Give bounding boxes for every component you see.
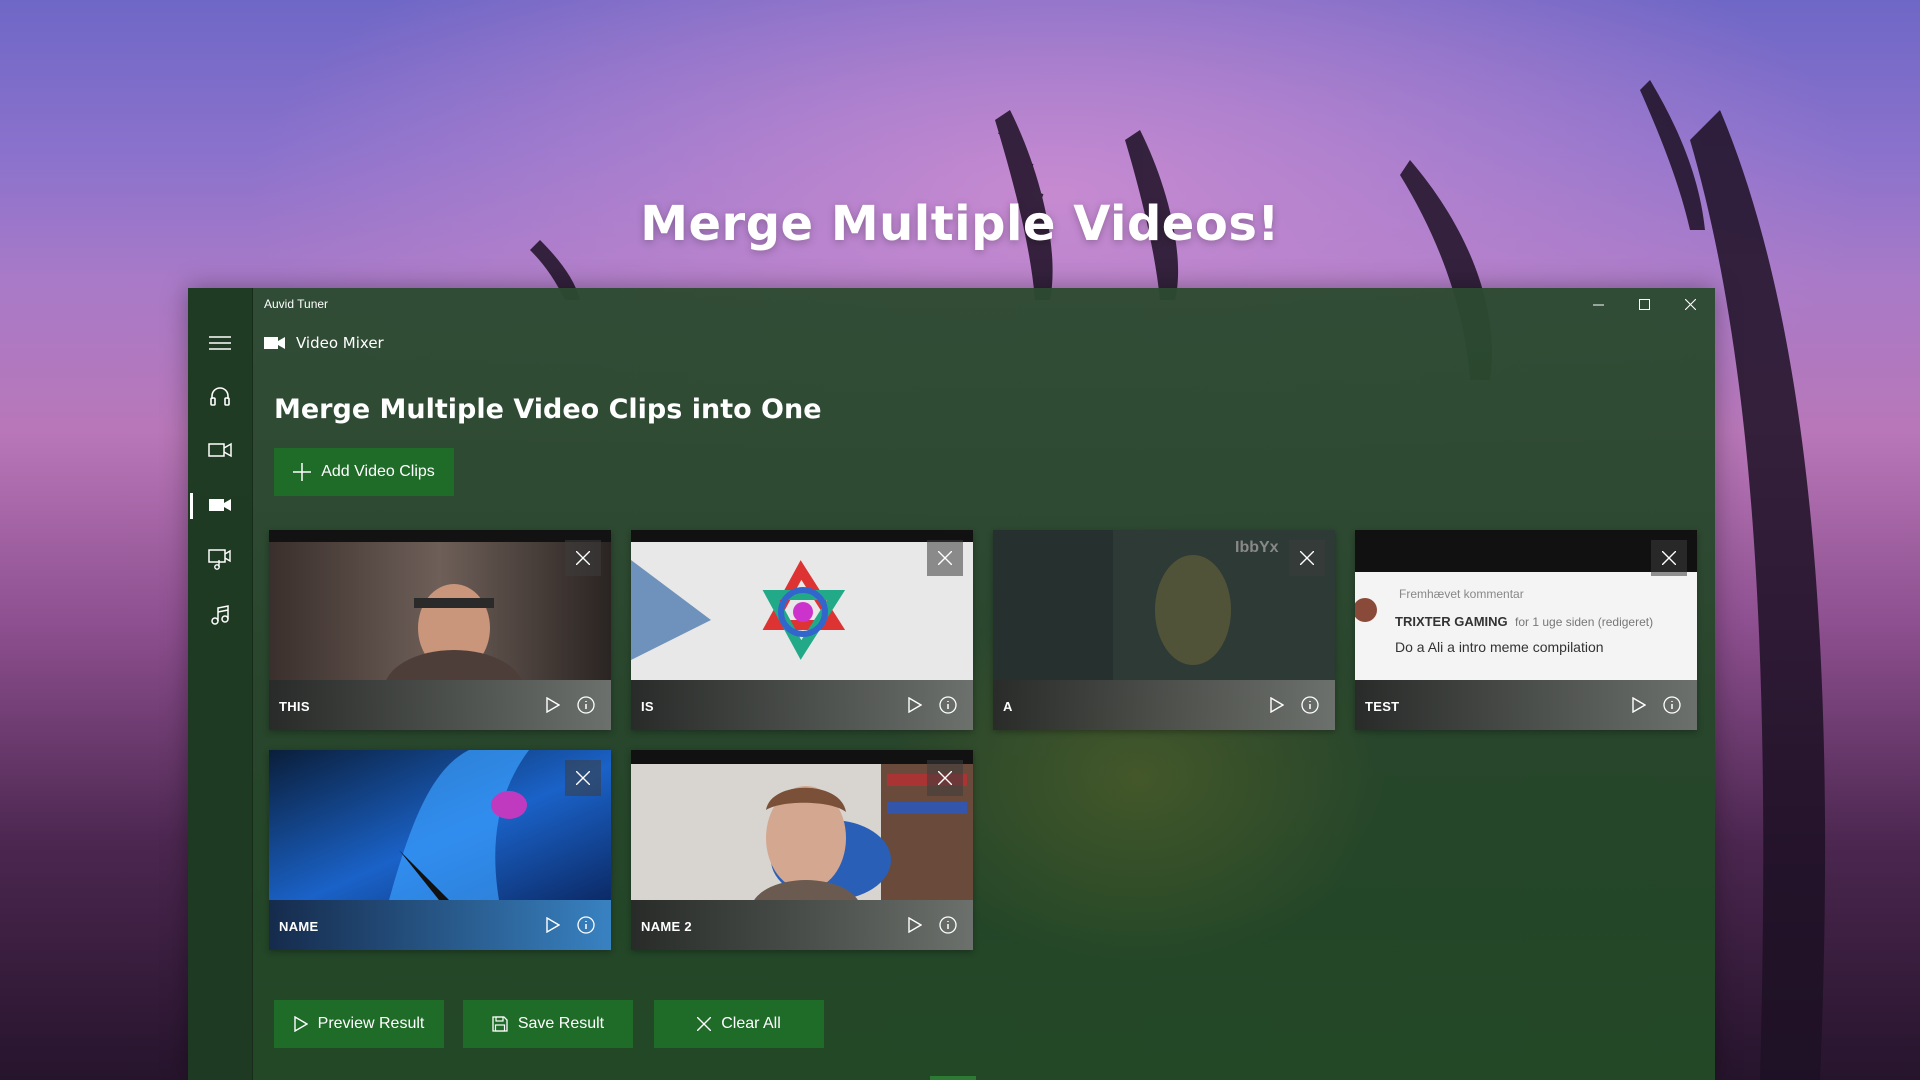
save-result-button[interactable]: Save Result xyxy=(463,1000,633,1048)
nav-item-audio-video[interactable] xyxy=(188,538,252,582)
close-icon xyxy=(938,771,952,785)
add-video-clips-button[interactable]: Add Video Clips xyxy=(274,448,454,496)
play-icon xyxy=(908,917,922,933)
video-mixer-icon xyxy=(264,337,285,349)
minimize-button[interactable] xyxy=(1575,288,1621,320)
nav-item-audio[interactable] xyxy=(188,374,252,418)
hamburger-icon xyxy=(209,336,231,350)
play-clip-button[interactable] xyxy=(543,694,563,716)
info-icon xyxy=(1301,696,1319,714)
clear-all-label: Clear All xyxy=(721,1015,781,1032)
maximize-button[interactable] xyxy=(1621,288,1667,320)
comment-text: Do a Ali a intro meme compilation xyxy=(1395,639,1604,655)
clip-card-6[interactable]: NAME 2 xyxy=(631,750,973,950)
info-icon xyxy=(939,916,957,934)
remove-clip-button[interactable] xyxy=(565,540,601,576)
section-label: Video Mixer xyxy=(296,334,384,352)
save-icon xyxy=(492,1016,508,1032)
maximize-icon xyxy=(1638,298,1650,310)
clip-info-button[interactable] xyxy=(575,914,597,936)
comment-author: TRIXTER GAMING xyxy=(1395,614,1508,629)
save-result-label: Save Result xyxy=(517,1015,605,1032)
play-icon xyxy=(1632,697,1646,713)
comment-heading: Fremhævet kommentar xyxy=(1399,587,1524,601)
info-icon xyxy=(939,696,957,714)
clip-thumbnail-6 xyxy=(631,750,973,900)
clip-card-2[interactable]: IS xyxy=(631,530,973,730)
info-icon xyxy=(577,696,595,714)
close-icon xyxy=(1684,298,1696,310)
play-clip-button[interactable] xyxy=(1267,694,1287,716)
remove-clip-button[interactable] xyxy=(927,540,963,576)
nav-menu-button[interactable] xyxy=(188,321,252,365)
preview-result-label: Preview Result xyxy=(317,1015,425,1032)
video-camera-icon xyxy=(208,442,232,458)
clip-info-button[interactable] xyxy=(937,914,959,936)
remove-clip-button[interactable] xyxy=(1289,540,1325,576)
clip-label: IS xyxy=(641,699,654,714)
play-clip-button[interactable] xyxy=(905,914,925,936)
play-clip-button[interactable] xyxy=(905,694,925,716)
clip-card-3[interactable]: IbbYx A xyxy=(993,530,1335,730)
play-icon xyxy=(546,917,560,933)
clip-info-button[interactable] xyxy=(575,694,597,716)
clip-label: NAME xyxy=(279,919,319,934)
close-icon xyxy=(1300,551,1314,565)
close-window-button[interactable] xyxy=(1667,288,1713,320)
play-clip-button[interactable] xyxy=(543,914,563,936)
clip-info-button[interactable] xyxy=(937,694,959,716)
remove-clip-button[interactable] xyxy=(1651,540,1687,576)
clip-overlay-text: IbbYx xyxy=(1235,539,1279,556)
play-icon xyxy=(1270,697,1284,713)
close-icon xyxy=(576,771,590,785)
window-title: Auvid Tuner xyxy=(264,297,329,311)
play-icon xyxy=(908,697,922,713)
info-icon xyxy=(577,916,595,934)
clip-label: NAME 2 xyxy=(641,919,692,934)
clip-thumbnail-3: IbbYx xyxy=(993,530,1335,680)
clip-card-1[interactable]: THIS xyxy=(269,530,611,730)
app-window: Auvid Tuner Video Mixer Merge Multiple V… xyxy=(188,288,1715,1080)
clip-label: A xyxy=(1003,699,1013,714)
clip-thumbnail-5 xyxy=(269,750,611,900)
clip-thumbnail-4: Fremhævet kommentar TRIXTER GAMING for 1… xyxy=(1355,530,1697,680)
nav-rail xyxy=(188,288,253,1080)
headphones-icon xyxy=(210,387,230,406)
nav-item-music[interactable] xyxy=(188,593,252,637)
play-icon xyxy=(546,697,560,713)
minimize-icon xyxy=(1592,304,1604,305)
music-note-icon xyxy=(211,605,229,625)
clip-thumbnail-1 xyxy=(269,530,611,680)
video-mixer-icon xyxy=(209,499,231,511)
remove-clip-button[interactable] xyxy=(927,760,963,796)
preview-result-button[interactable]: Preview Result xyxy=(274,1000,444,1048)
hero-title: Merge Multiple Videos! xyxy=(640,196,1280,252)
close-icon xyxy=(938,551,952,565)
clip-card-4[interactable]: Fremhævet kommentar TRIXTER GAMING for 1… xyxy=(1355,530,1697,730)
info-icon xyxy=(1663,696,1681,714)
clip-label: TEST xyxy=(1365,699,1400,714)
add-video-clips-label: Add Video Clips xyxy=(321,463,435,480)
scroll-indicator xyxy=(930,1076,976,1080)
music-video-icon xyxy=(208,549,231,570)
clip-label: THIS xyxy=(279,699,310,714)
clip-info-button[interactable] xyxy=(1299,694,1321,716)
close-icon xyxy=(576,551,590,565)
clip-thumbnail-2 xyxy=(631,530,973,680)
nav-item-video[interactable] xyxy=(188,428,252,472)
remove-clip-button[interactable] xyxy=(565,760,601,796)
nav-item-video-mixer[interactable] xyxy=(188,483,252,527)
play-clip-button[interactable] xyxy=(1629,694,1649,716)
page-title: Merge Multiple Video Clips into One xyxy=(274,394,822,425)
comment-meta: for 1 uge siden (redigeret) xyxy=(1515,615,1653,629)
plus-icon xyxy=(293,463,312,481)
clip-info-button[interactable] xyxy=(1661,694,1683,716)
close-icon xyxy=(1662,551,1676,565)
close-icon xyxy=(697,1017,712,1031)
clip-card-5[interactable]: NAME xyxy=(269,750,611,950)
clear-all-button[interactable]: Clear All xyxy=(654,1000,824,1048)
page-header: Video Mixer xyxy=(264,334,384,352)
play-icon xyxy=(293,1016,308,1032)
